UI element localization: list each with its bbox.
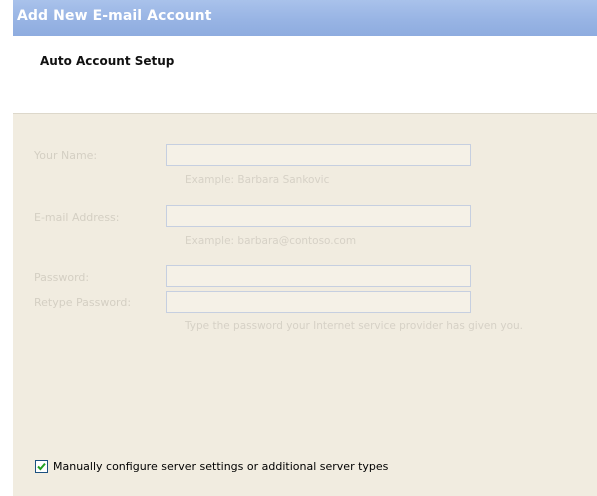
password-label: Password:: [34, 271, 90, 284]
add-account-dialog: Add New E-mail Account Auto Account Setu…: [13, 0, 597, 496]
manual-config-label[interactable]: Manually configure server settings or ad…: [53, 460, 388, 473]
retype-password-field[interactable]: [166, 291, 471, 313]
dialog-header: Auto Account Setup: [13, 36, 597, 114]
manual-config-checkbox[interactable]: [35, 460, 48, 473]
email-label: E-mail Address:: [34, 211, 120, 224]
password-hint: Type the password your Internet service …: [185, 320, 523, 332]
name-label: Your Name:: [34, 149, 98, 162]
email-field[interactable]: [166, 205, 471, 227]
name-hint: Example: Barbara Sankovic: [185, 174, 330, 186]
name-field[interactable]: [166, 144, 471, 166]
window-title: Add New E-mail Account: [17, 8, 212, 24]
password-field[interactable]: [166, 265, 471, 287]
email-hint: Example: barbara@contoso.com: [185, 235, 357, 247]
checkmark-icon: [37, 462, 46, 471]
title-bar[interactable]: Add New E-mail Account: [13, 0, 597, 36]
section-title: Auto Account Setup: [40, 54, 175, 68]
retype-password-label: Retype Password:: [34, 296, 132, 309]
